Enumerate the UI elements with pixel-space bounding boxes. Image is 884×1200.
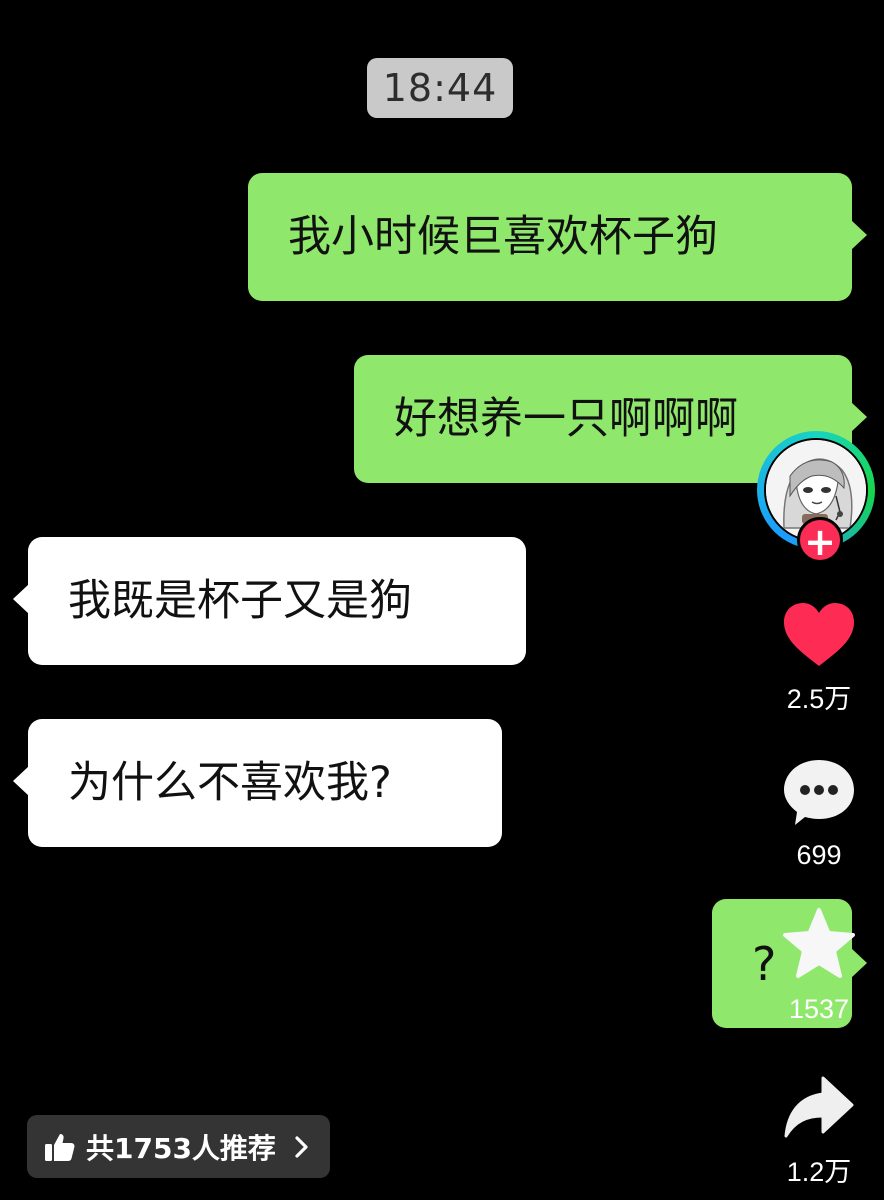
thumbs-up-icon — [45, 1133, 75, 1161]
comment-button[interactable] — [769, 756, 869, 830]
share-arrow-icon — [784, 1076, 854, 1138]
favorite-button[interactable] — [769, 906, 869, 986]
star-icon — [783, 908, 855, 978]
recommend-label: 共1753人推荐 — [86, 1131, 276, 1165]
comment-bubble-icon — [784, 760, 854, 825]
follow-button[interactable]: + — [797, 517, 843, 564]
message-text: 我既是杯子又是狗 — [68, 575, 412, 626]
like-button[interactable] — [769, 600, 869, 674]
message-text: 为什么不喜欢我? — [68, 757, 392, 808]
message-bubble-sent[interactable]: 我小时候巨喜欢杯子狗 — [248, 173, 867, 301]
recommend-button[interactable]: 共1753人推荐 — [27, 1115, 330, 1178]
message-text: 好想养一只啊啊啊 — [394, 393, 738, 444]
share-count: 1.2万 — [786, 1157, 852, 1187]
message-text: 我小时候巨喜欢杯子狗 — [288, 211, 718, 262]
message-bubble-received[interactable]: 为什么不喜欢我? — [13, 719, 502, 847]
like-count: 2.5万 — [786, 684, 852, 714]
message-bubble-received[interactable]: 我既是杯子又是狗 — [13, 537, 526, 665]
comment-count: 699 — [796, 840, 842, 870]
heart-icon — [784, 603, 854, 666]
favorite-count: 1537 — [788, 994, 850, 1024]
chat-timestamp: 18:44 — [367, 58, 513, 118]
chevron-right-icon — [295, 1135, 308, 1158]
share-button[interactable] — [769, 1074, 869, 1146]
